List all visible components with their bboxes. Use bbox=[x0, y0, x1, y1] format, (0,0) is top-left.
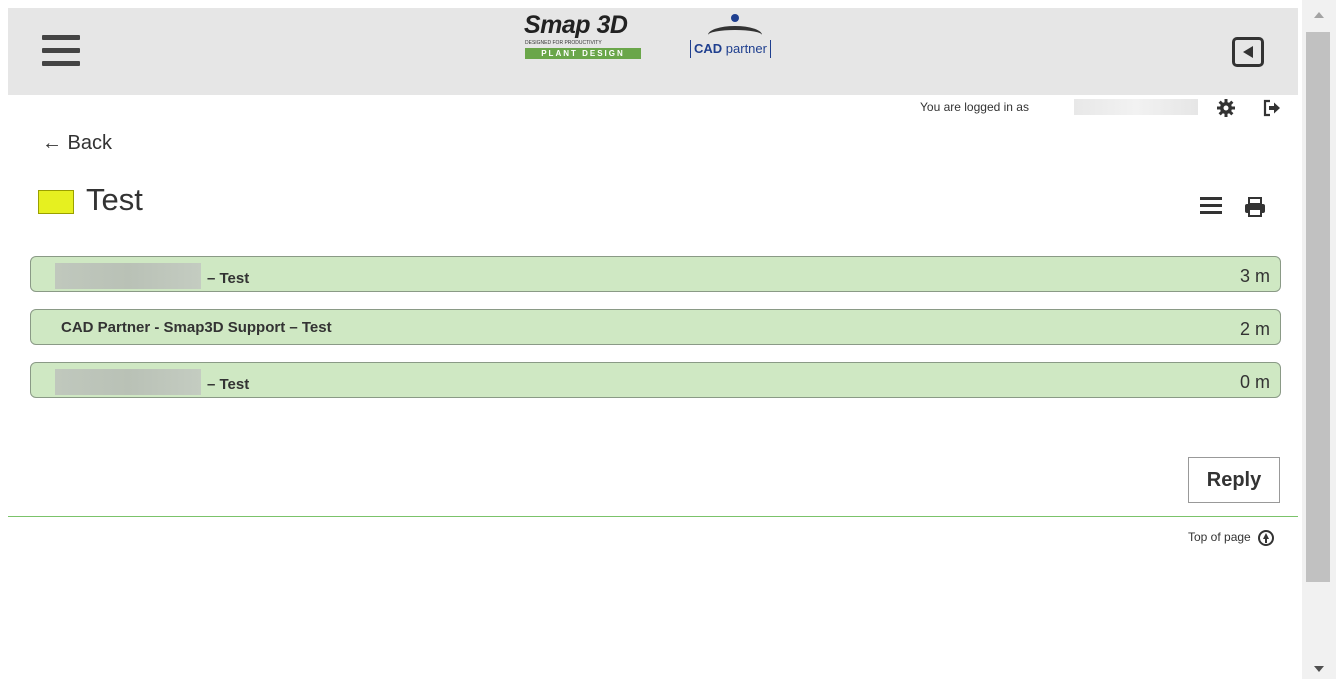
top-of-page-link[interactable]: Top of page bbox=[1188, 530, 1275, 546]
divider bbox=[8, 516, 1298, 517]
scroll-down-arrow-icon[interactable] bbox=[1314, 666, 1324, 672]
cad-partner-logo-dot bbox=[731, 14, 739, 22]
username-redacted bbox=[1074, 99, 1198, 115]
cad-partner-logo-text: CAD partner bbox=[690, 40, 771, 58]
arrow-up-circle-icon bbox=[1258, 530, 1275, 546]
message-row[interactable]: CAD Partner - Smap3D Support – Test 2 m bbox=[30, 309, 1281, 345]
smap3d-logo-bar: PLANT DESIGN bbox=[525, 48, 641, 59]
smap3d-logo-title: Smap 3D bbox=[524, 11, 628, 39]
app-header: Smap 3D DESIGNED FOR PRODUCTIVITY PLANT … bbox=[8, 8, 1298, 95]
message-row-label: – Test bbox=[55, 263, 249, 292]
scroll-up-arrow-icon[interactable] bbox=[1314, 12, 1324, 18]
sender-redacted bbox=[55, 263, 201, 289]
gear-icon[interactable] bbox=[1216, 98, 1236, 118]
message-row[interactable]: – Test 0 m bbox=[30, 362, 1281, 398]
smap3d-logo-tagline: DESIGNED FOR PRODUCTIVITY bbox=[525, 40, 602, 46]
scrollbar[interactable] bbox=[1302, 0, 1336, 679]
message-row-label: CAD Partner - Smap3D Support – Test bbox=[61, 319, 332, 336]
sender-redacted bbox=[55, 369, 201, 395]
message-row[interactable]: – Test 3 m bbox=[30, 256, 1281, 292]
smap3d-logo: Smap 3D DESIGNED FOR PRODUCTIVITY PLANT … bbox=[516, 12, 642, 68]
menu-icon[interactable] bbox=[42, 35, 80, 69]
message-row-label: – Test bbox=[55, 369, 249, 398]
reply-button[interactable]: Reply bbox=[1188, 457, 1280, 503]
message-row-time: 0 m bbox=[1239, 372, 1270, 392]
back-link[interactable]: ← Back bbox=[42, 132, 112, 155]
thread-color-swatch bbox=[38, 190, 74, 214]
page-title: Test bbox=[86, 182, 143, 217]
logged-in-text: You are logged in as bbox=[920, 100, 1029, 114]
message-row-time: 3 m bbox=[1239, 266, 1270, 286]
cad-partner-logo: CAD partner bbox=[688, 10, 808, 74]
logout-icon[interactable] bbox=[1262, 98, 1282, 118]
message-row-time: 2 m bbox=[1239, 319, 1270, 339]
top-of-page-label: Top of page bbox=[1188, 530, 1251, 545]
page: Smap 3D DESIGNED FOR PRODUCTIVITY PLANT … bbox=[0, 0, 1336, 679]
print-icon[interactable] bbox=[1243, 195, 1267, 219]
scrollbar-thumb[interactable] bbox=[1306, 32, 1330, 582]
collapse-panel-icon[interactable] bbox=[1232, 37, 1264, 67]
list-view-icon[interactable] bbox=[1200, 197, 1222, 215]
